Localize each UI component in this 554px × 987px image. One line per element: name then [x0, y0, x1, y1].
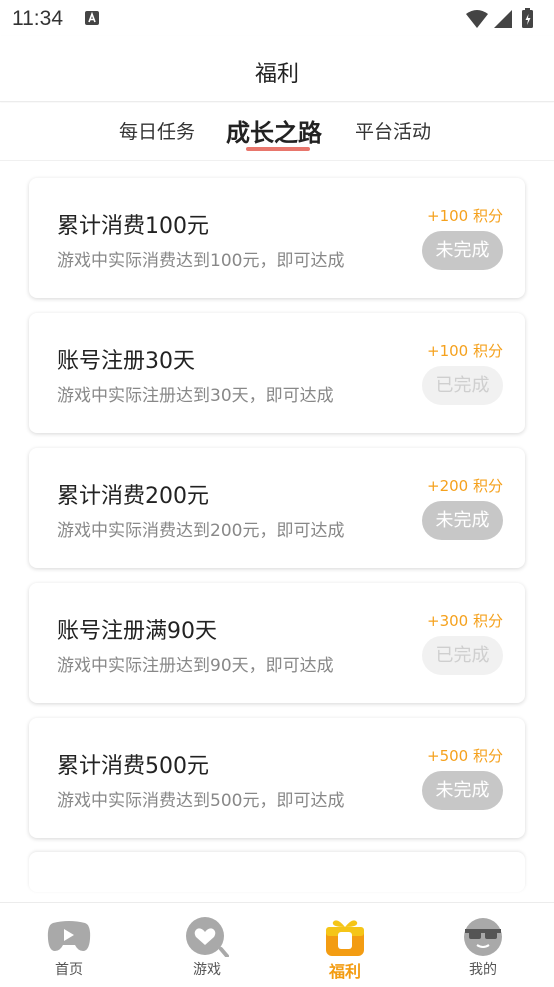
wifi-icon [466, 10, 488, 28]
status-time: 11:34 [12, 7, 63, 30]
task-title: 账号注册满90天 [57, 619, 217, 644]
task-description: 游戏中实际注册达到30天，即可达成 [57, 386, 334, 406]
task-card: 账号注册30天 游戏中实际注册达到30天，即可达成 +100 积分 已完成 [29, 313, 525, 433]
task-card: 累计消费100元 游戏中实际消费达到100元，即可达成 +100 积分 未完成 [29, 178, 525, 298]
tab-platform-events[interactable]: 平台活动 [355, 117, 431, 144]
page-title: 福利 [254, 62, 299, 87]
task-status-button[interactable]: 未完成 [422, 771, 503, 810]
signal-icon [494, 10, 512, 28]
task-card: 累计消费200元 游戏中实际消费达到200元，即可达成 +200 积分 未完成 [29, 448, 525, 568]
task-status-button[interactable]: 已完成 [422, 636, 503, 675]
status-icons [466, 8, 533, 28]
nav-item-games[interactable]: 游戏 [138, 903, 276, 987]
task-title: 累计消费500元 [57, 754, 209, 779]
nav-label-games: 游戏 [193, 962, 221, 978]
task-points: +500 积分 [427, 747, 503, 765]
tab-growth-path[interactable]: 成长之路 [226, 113, 322, 148]
task-description: 游戏中实际消费达到100元，即可达成 [57, 251, 345, 271]
gift-icon [326, 920, 364, 956]
task-description: 游戏中实际消费达到500元，即可达成 [57, 791, 345, 811]
task-title: 账号注册30天 [57, 349, 195, 374]
task-description: 游戏中实际注册达到90天，即可达成 [57, 656, 334, 676]
task-points: +200 积分 [427, 477, 503, 495]
nav-label-profile: 我的 [469, 962, 497, 978]
tab-bar: 每日任务 成长之路 平台活动 [0, 103, 554, 161]
sunglasses-face-icon [464, 918, 502, 956]
task-list[interactable]: 累计消费100元 游戏中实际消费达到100元，即可达成 +100 积分 未完成 … [0, 162, 554, 902]
task-points: +300 积分 [427, 612, 503, 630]
nav-label-home: 首页 [55, 962, 83, 978]
title-bar: 福利 [0, 36, 554, 102]
active-tab-indicator [246, 147, 310, 151]
nav-item-welfare[interactable]: 福利 [276, 903, 414, 987]
heart-search-icon [186, 917, 229, 957]
nav-item-home[interactable]: 首页 [0, 903, 138, 987]
task-description: 游戏中实际消费达到200元，即可达成 [57, 521, 345, 541]
task-status-button[interactable]: 未完成 [422, 501, 503, 540]
task-points: +100 积分 [427, 342, 503, 360]
tab-daily-tasks[interactable]: 每日任务 [119, 117, 195, 144]
bottom-nav: 首页 游戏 福利 我的 [0, 902, 554, 986]
task-card-partial [29, 852, 525, 892]
task-card: 累计消费500元 游戏中实际消费达到500元，即可达成 +500 积分 未完成 [29, 718, 525, 838]
nav-item-profile[interactable]: 我的 [414, 903, 552, 987]
task-status-button[interactable]: 已完成 [422, 366, 503, 405]
task-status-button[interactable]: 未完成 [422, 231, 503, 270]
task-title: 累计消费200元 [57, 484, 209, 509]
task-title: 累计消费100元 [57, 214, 209, 239]
nav-label-welfare: 福利 [328, 962, 361, 981]
task-card: 账号注册满90天 游戏中实际注册达到90天，即可达成 +300 积分 已完成 [29, 583, 525, 703]
task-points: +100 积分 [427, 207, 503, 225]
notification-a-icon [85, 11, 99, 25]
status-bar: 11:34 [0, 0, 554, 36]
gamepad-icon [47, 921, 91, 951]
